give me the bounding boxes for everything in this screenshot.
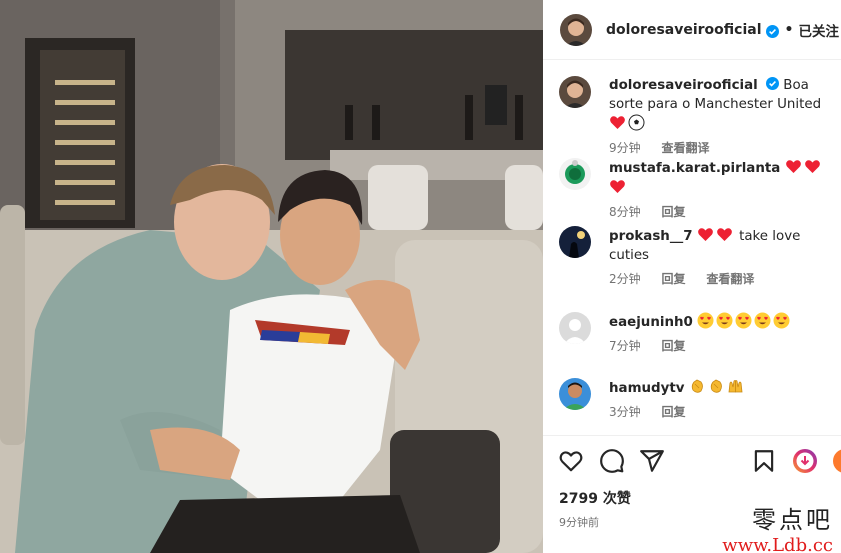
post-actions-bar bbox=[543, 435, 841, 485]
author-username[interactable]: doloresaveirooficial bbox=[606, 22, 762, 38]
clapping-hands-icon bbox=[689, 378, 706, 395]
verified-badge-icon bbox=[765, 23, 779, 38]
commenter-avatar[interactable] bbox=[559, 226, 591, 258]
commenter-avatar[interactable] bbox=[559, 378, 591, 410]
comment-item: doloresaveirooficial Boa sorte para o Ma… bbox=[559, 76, 831, 156]
reply-link[interactable]: 回复 bbox=[661, 339, 685, 353]
comment-time: 9分钟 bbox=[609, 141, 641, 155]
heart-eyes-icon bbox=[754, 312, 771, 329]
red-heart-icon bbox=[716, 226, 733, 243]
author-avatar[interactable] bbox=[560, 13, 592, 46]
heart-eyes-icon bbox=[735, 312, 752, 329]
reply-link[interactable]: 回复 bbox=[661, 272, 685, 286]
commenter-username[interactable]: eaejuninh0 bbox=[609, 315, 693, 330]
red-heart-icon bbox=[785, 158, 802, 175]
heart-eyes-icon bbox=[773, 312, 790, 329]
comment-list: doloresaveirooficial Boa sorte para o Ma… bbox=[543, 60, 841, 435]
comment-item: prokash__7 take love cuties 2分钟 回复 查看翻译 bbox=[559, 226, 831, 287]
heart-icon[interactable] bbox=[558, 448, 584, 474]
see-translation-link[interactable]: 查看翻译 bbox=[706, 272, 754, 286]
commenter-avatar[interactable] bbox=[559, 158, 591, 190]
heart-eyes-icon bbox=[716, 312, 733, 329]
see-translation-link[interactable]: 查看翻译 bbox=[661, 141, 709, 155]
save-icon[interactable] bbox=[751, 448, 777, 474]
commenter-username[interactable]: mustafa.karat.pirlanta bbox=[609, 161, 780, 176]
red-heart-icon bbox=[609, 114, 626, 131]
commenter-avatar-placeholder[interactable] bbox=[559, 312, 591, 344]
watermark-url: www.Ldb.cc bbox=[722, 535, 833, 553]
soccer-ball-icon bbox=[628, 114, 645, 131]
comment-item: mustafa.karat.pirlanta 8分钟 回复 bbox=[559, 158, 831, 220]
watermark-title: 零点吧 bbox=[752, 506, 833, 534]
comment-item: hamudytv 3分钟 回复 bbox=[559, 378, 831, 420]
red-heart-icon bbox=[697, 226, 714, 243]
commenter-username[interactable]: prokash__7 bbox=[609, 229, 693, 244]
remix-icon[interactable] bbox=[792, 448, 818, 474]
commenter-username[interactable]: hamudytv bbox=[609, 381, 685, 396]
comment-icon[interactable] bbox=[599, 448, 625, 474]
comment-time: 7分钟 bbox=[609, 339, 641, 353]
raising-hands-icon bbox=[727, 378, 744, 395]
heart-eyes-icon bbox=[697, 312, 714, 329]
post-timestamp: 9分钟前 bbox=[559, 516, 599, 529]
comment-time: 3分钟 bbox=[609, 405, 641, 419]
red-heart-icon bbox=[804, 158, 821, 175]
commenter-avatar[interactable] bbox=[559, 76, 591, 108]
clapping-hands-icon bbox=[708, 378, 725, 395]
follow-status-button[interactable]: 已关注 bbox=[798, 20, 839, 40]
verified-badge-icon bbox=[766, 77, 780, 90]
comment-time: 2分钟 bbox=[609, 272, 641, 286]
comment-item: eaejuninh0 7分钟 回复 bbox=[559, 312, 831, 354]
red-heart-icon bbox=[609, 178, 626, 195]
comment-time: 8分钟 bbox=[609, 205, 641, 219]
more-options-icon[interactable] bbox=[832, 448, 841, 474]
post-side-panel: doloresaveirooficial • 已关注 doloresaveiro… bbox=[543, 0, 841, 553]
post-photo bbox=[0, 0, 543, 553]
header-separator: • bbox=[784, 21, 794, 38]
watermark: 零点吧 www.Ldb.cc bbox=[722, 500, 833, 553]
commenter-username[interactable]: doloresaveirooficial bbox=[609, 78, 758, 93]
post-header: doloresaveirooficial • 已关注 bbox=[543, 0, 841, 60]
reply-link[interactable]: 回复 bbox=[661, 205, 685, 219]
like-count[interactable]: 2799 次赞 bbox=[559, 488, 631, 508]
share-icon[interactable] bbox=[639, 448, 665, 474]
reply-link[interactable]: 回复 bbox=[661, 405, 685, 419]
